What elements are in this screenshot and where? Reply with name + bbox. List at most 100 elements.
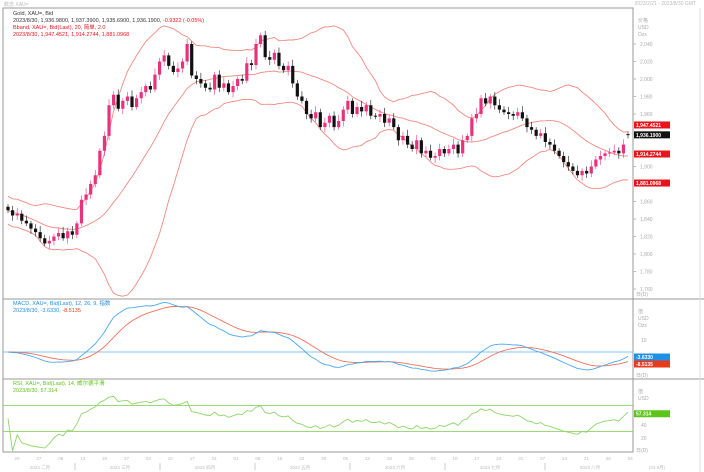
month-label: 2023 五月 bbox=[290, 465, 310, 471]
candle-body bbox=[594, 159, 598, 167]
candle-body bbox=[176, 68, 180, 72]
macd-tick-label: 10 bbox=[641, 338, 647, 344]
price-tick-label: 2,020 bbox=[640, 60, 653, 66]
price-tick-label: 1,900 bbox=[640, 165, 653, 171]
candle-body bbox=[199, 79, 203, 84]
candle-body bbox=[350, 100, 355, 114]
candle-body bbox=[369, 105, 373, 116]
candle-body bbox=[171, 65, 175, 72]
date-tick-label: 14 bbox=[562, 456, 568, 461]
candle-body bbox=[93, 175, 97, 184]
candle-body bbox=[562, 156, 566, 163]
candle-body bbox=[318, 112, 322, 128]
price-tick-label: 1,960 bbox=[640, 112, 653, 118]
candle-body bbox=[70, 231, 74, 235]
price-tick-label: 2,040 bbox=[640, 42, 653, 48]
date-tick-label: 01 bbox=[233, 456, 239, 461]
candle-body bbox=[245, 63, 249, 81]
candle-body bbox=[130, 96, 134, 107]
bband-middle-line bbox=[7, 70, 628, 230]
candle-body bbox=[281, 65, 286, 71]
candle-body bbox=[304, 100, 309, 114]
candle-body bbox=[543, 133, 547, 142]
price-values-row: 2023/8/30, 1,936.9800, 1,937.3900, 1,935… bbox=[13, 18, 204, 25]
macd-signal-value: -8.5135 bbox=[62, 308, 81, 314]
candle-body bbox=[249, 63, 254, 65]
candle-body bbox=[433, 156, 437, 158]
pane-unit-label: 日(D) bbox=[636, 448, 648, 454]
candle-body bbox=[585, 170, 589, 174]
macd-title: MACD, XAU=, Bid(Last), 12, 26, 9, 指数 bbox=[13, 301, 111, 307]
candle-body bbox=[410, 144, 414, 149]
candle-body bbox=[75, 223, 79, 235]
date-tick-label: 31 bbox=[518, 456, 524, 461]
bb-middle-badge: 1,914.2744 bbox=[636, 152, 661, 158]
date-tick-label: 29 bbox=[321, 456, 327, 461]
macd-values: 2023/8/30, -3.6330, bbox=[13, 308, 61, 314]
macd-axis-header: 值 bbox=[638, 308, 643, 315]
rsi-axis-header: USD bbox=[638, 396, 649, 402]
candle-body bbox=[451, 144, 456, 149]
price-tick-label: 2,000 bbox=[640, 77, 653, 83]
candle-body bbox=[102, 135, 107, 151]
candle-body bbox=[419, 140, 423, 154]
price-tick-label: 1,820 bbox=[640, 235, 653, 241]
candle-body bbox=[98, 150, 102, 176]
candle-body bbox=[415, 140, 419, 149]
candle-body bbox=[79, 199, 84, 224]
candle-body bbox=[213, 74, 217, 90]
candle-body bbox=[626, 134, 630, 136]
macd-axis-header: Ozs bbox=[638, 323, 647, 329]
month-label: 2023 七月 bbox=[480, 464, 500, 471]
price-tick-label: 1,800 bbox=[640, 252, 653, 258]
candle-body bbox=[139, 92, 143, 99]
date-tick-label: 12 bbox=[365, 456, 371, 461]
candle-body bbox=[185, 44, 189, 62]
candle-body bbox=[180, 61, 185, 69]
candle-body bbox=[15, 213, 19, 216]
candle-body bbox=[116, 94, 120, 109]
candle-body bbox=[52, 236, 56, 241]
rsi-axis-header: 值 bbox=[638, 388, 643, 395]
macd-values-row: 2023/8/30, -3.6330, -8.5135 bbox=[13, 308, 110, 315]
candle-body bbox=[323, 122, 327, 128]
candle-body bbox=[61, 233, 65, 239]
date-tick-label: 03 bbox=[146, 456, 152, 461]
price-title: Gold, XAU=, Bid bbox=[13, 11, 54, 17]
candle-body bbox=[341, 109, 345, 121]
candle-body bbox=[286, 65, 290, 71]
candle-body bbox=[217, 74, 221, 88]
rsi-title: RSI, XAU=, Bid(Last), 14, 威尔德平滑 bbox=[13, 381, 105, 387]
candle-body bbox=[153, 74, 157, 90]
candle-body bbox=[268, 57, 272, 60]
candle-body bbox=[520, 112, 524, 119]
candle-body bbox=[309, 114, 313, 119]
signal-badge: -8.5135 bbox=[636, 362, 653, 368]
chart-canvas[interactable]: 2,040 2,020 2,000 1,980 1,960 1,900 1,860 1,840… bbox=[0, 0, 704, 472]
date-tick-label: 07 bbox=[540, 456, 546, 461]
month-label: 2023 三月 bbox=[110, 465, 130, 471]
candle-body bbox=[506, 112, 511, 114]
candle-body bbox=[121, 100, 125, 109]
date-tick-label: 19 bbox=[387, 456, 393, 461]
price-legend: Gold, XAU=, Bid 2023/8/30, 1,936.9800, 1… bbox=[13, 11, 204, 39]
bband-title: Bband, XAU=, Bid(Last), 20, 简单, 2.0 bbox=[13, 25, 106, 31]
candle-body bbox=[442, 149, 446, 154]
candle-body bbox=[534, 129, 538, 136]
rsi-tick-label: 40 bbox=[641, 423, 647, 429]
candle-body bbox=[621, 144, 626, 154]
date-tick-label: 28 bbox=[606, 456, 612, 461]
candle-body bbox=[401, 135, 405, 141]
price-tick-label: 1,860 bbox=[640, 200, 653, 206]
candle-body bbox=[291, 65, 295, 84]
candle-body bbox=[203, 83, 208, 88]
candle-body bbox=[428, 150, 433, 158]
pane-unit-label: 日(D) bbox=[636, 292, 648, 298]
candle-body bbox=[396, 127, 400, 141]
candle-body bbox=[373, 115, 378, 117]
price-values: 2023/8/30, 1,936.9800, 1,937.3900, 1,935… bbox=[13, 18, 162, 24]
candle-body bbox=[190, 44, 194, 76]
rsi-badge: 57.314 bbox=[636, 412, 652, 418]
candle-body bbox=[405, 135, 410, 145]
candle-body bbox=[364, 105, 368, 112]
